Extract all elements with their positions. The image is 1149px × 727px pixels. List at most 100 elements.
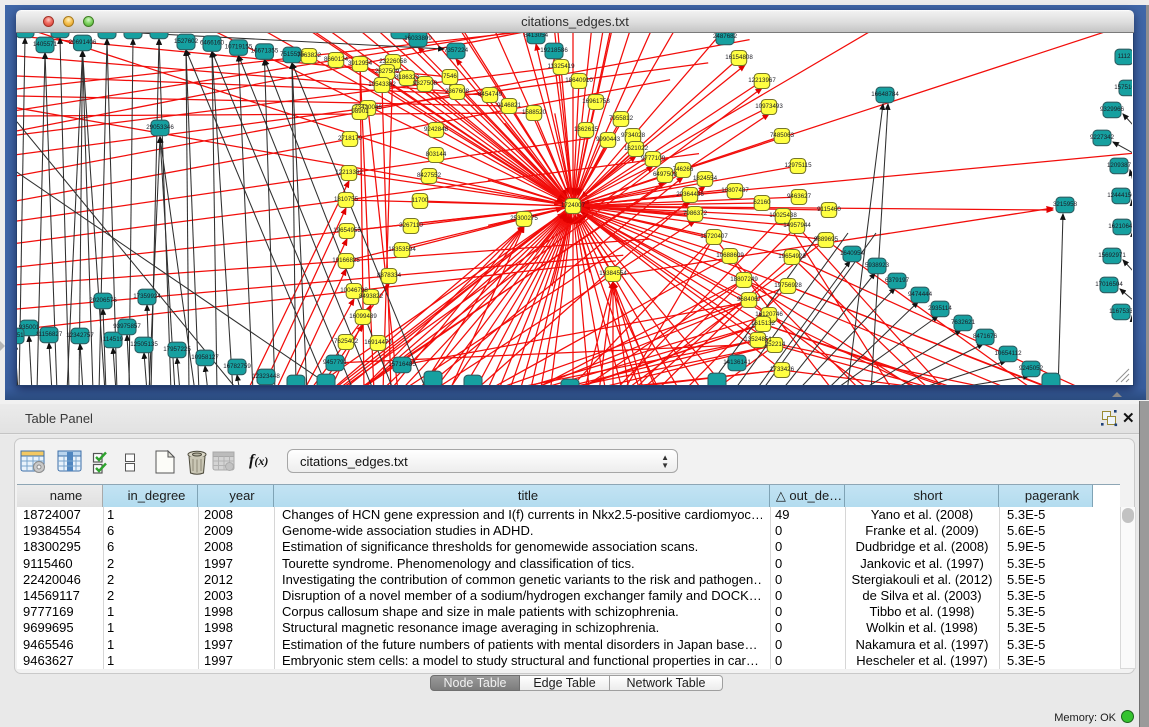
svg-text:9889695: 9889695 [814, 236, 839, 243]
svg-text:3267110: 3267110 [399, 222, 423, 229]
svg-text:12213382: 12213382 [335, 169, 363, 176]
svg-text:16671355: 16671355 [251, 48, 279, 55]
svg-text:14136141: 14136141 [723, 359, 751, 366]
svg-text:1621022: 1621022 [624, 145, 649, 152]
svg-text:10973493: 10973493 [755, 103, 783, 110]
svg-text:15692971: 15692971 [1098, 252, 1126, 259]
svg-text:9990443: 9990443 [596, 136, 621, 143]
svg-text:2718170: 2718170 [338, 135, 363, 142]
svg-text:10958127: 10958127 [191, 354, 219, 361]
svg-text:8413054: 8413054 [524, 33, 549, 39]
svg-text:16154808: 16154808 [725, 54, 753, 61]
svg-text:9684067: 9684067 [737, 296, 762, 303]
svg-text:7955812: 7955812 [609, 115, 634, 122]
svg-text:19384554: 19384554 [599, 270, 627, 277]
svg-text:2935114: 2935114 [928, 305, 952, 312]
svg-text:8454749: 8454749 [478, 91, 503, 98]
svg-text:23226058: 23226058 [379, 58, 407, 65]
svg-text:11156827: 11156827 [36, 331, 63, 338]
svg-text:93975857: 93975857 [113, 323, 141, 330]
svg-text:7986372: 7986372 [683, 210, 708, 217]
svg-text:1209387: 1209387 [1107, 162, 1132, 169]
svg-text:12505135: 12505135 [130, 341, 158, 348]
svg-text:1588520: 1588520 [522, 109, 547, 116]
svg-text:9777109: 9777109 [641, 155, 666, 162]
svg-text:252214: 252214 [765, 341, 786, 348]
svg-text:19654923: 19654923 [778, 253, 806, 260]
svg-text:10719155: 10719155 [225, 44, 253, 51]
svg-text:1984377: 1984377 [95, 33, 120, 34]
svg-text:29053346: 29053346 [146, 124, 174, 131]
svg-text:9227342: 9227342 [1090, 134, 1115, 141]
svg-text:1640954: 1640954 [840, 250, 865, 257]
svg-text:935001: 935001 [19, 324, 40, 331]
svg-text:9457791: 9457791 [323, 359, 348, 366]
svg-text:7632621: 7632621 [951, 319, 976, 326]
svg-text:7546: 7546 [443, 73, 457, 80]
svg-text:62160: 62160 [753, 199, 771, 206]
svg-text:17016504: 17016504 [1095, 281, 1123, 288]
svg-text:16914479: 16914479 [364, 339, 392, 346]
svg-text:9115460: 9115460 [817, 206, 841, 213]
svg-text:1733426: 1733426 [770, 366, 795, 373]
svg-text:9327508: 9327508 [413, 80, 438, 87]
svg-text:1724007: 1724007 [561, 202, 586, 209]
svg-text:19166825: 19166825 [332, 257, 360, 264]
svg-text:12342757: 12342757 [66, 332, 94, 339]
svg-text:8878334: 8878334 [377, 272, 402, 279]
svg-text:8493822: 8493822 [359, 293, 384, 300]
svg-text:6379197: 6379197 [885, 277, 910, 284]
svg-text:17957225: 17957225 [163, 346, 191, 353]
svg-text:25300275: 25300275 [510, 215, 538, 222]
svg-text:3912954: 3912954 [348, 60, 373, 67]
svg-text:12213967: 12213967 [748, 77, 776, 84]
svg-text:1112: 1112 [1118, 53, 1131, 60]
svg-text:9329966: 9329966 [1100, 106, 1125, 113]
svg-text:1615132: 1615132 [751, 320, 776, 327]
svg-text:17359924: 17359924 [133, 293, 161, 300]
svg-text:6466160: 6466160 [200, 40, 225, 47]
svg-text:10807487: 10807487 [721, 187, 749, 194]
svg-text:20364436: 20364436 [676, 191, 704, 198]
svg-text:14957944: 14957944 [783, 222, 811, 229]
svg-text:1824554: 1824554 [693, 175, 718, 182]
svg-text:16120746: 16120746 [755, 311, 783, 318]
svg-text:16782759: 16782759 [223, 363, 251, 370]
svg-text:12975115: 12975115 [784, 162, 812, 169]
svg-text:1527602: 1527602 [174, 38, 199, 45]
svg-text:39151: 39151 [17, 332, 24, 339]
svg-text:11700: 11700 [412, 197, 429, 204]
svg-text:9474444: 9474444 [908, 291, 933, 298]
svg-text:16210643: 16210643 [1108, 223, 1132, 230]
svg-text:18640910: 18640910 [565, 77, 593, 84]
svg-text:9734028: 9734028 [621, 132, 646, 139]
svg-text:98901: 98901 [351, 108, 369, 115]
svg-text:3215958: 3215958 [1053, 201, 1078, 208]
svg-text:1405571: 1405571 [33, 41, 58, 48]
svg-text:746266: 746266 [673, 166, 694, 173]
svg-text:16648784: 16648784 [871, 91, 899, 98]
svg-text:114519: 114519 [103, 336, 124, 343]
svg-text:7485063: 7485063 [770, 132, 795, 139]
svg-text:15751074: 15751074 [1114, 84, 1132, 91]
svg-text:16033809: 16033809 [404, 35, 432, 42]
svg-text:16961758: 16961758 [582, 98, 610, 105]
svg-text:10653267: 10653267 [145, 33, 173, 34]
svg-text:1810755: 1810755 [334, 196, 359, 203]
svg-text:8471676: 8471676 [973, 333, 998, 340]
svg-text:19218586: 19218586 [540, 47, 568, 54]
svg-text:18353594: 18353594 [388, 246, 416, 253]
svg-text:12444150: 12444150 [1107, 192, 1132, 199]
svg-text:9242848: 9242848 [424, 126, 449, 133]
svg-text:10654112: 10654112 [994, 350, 1022, 357]
svg-text:20691406: 20691406 [69, 39, 97, 46]
svg-text:19756928: 19756928 [774, 282, 802, 289]
svg-text:7357224: 7357224 [444, 47, 469, 54]
svg-text:2367608: 2367608 [445, 88, 470, 95]
svg-text:18807249: 18807249 [730, 276, 758, 283]
svg-text:8660124: 8660124 [324, 56, 349, 63]
svg-text:12323448: 12323448 [252, 373, 280, 380]
svg-text:9245052: 9245052 [1019, 365, 1044, 372]
svg-text:19654955: 19654955 [333, 227, 361, 234]
svg-text:5938923: 5938923 [865, 262, 890, 269]
